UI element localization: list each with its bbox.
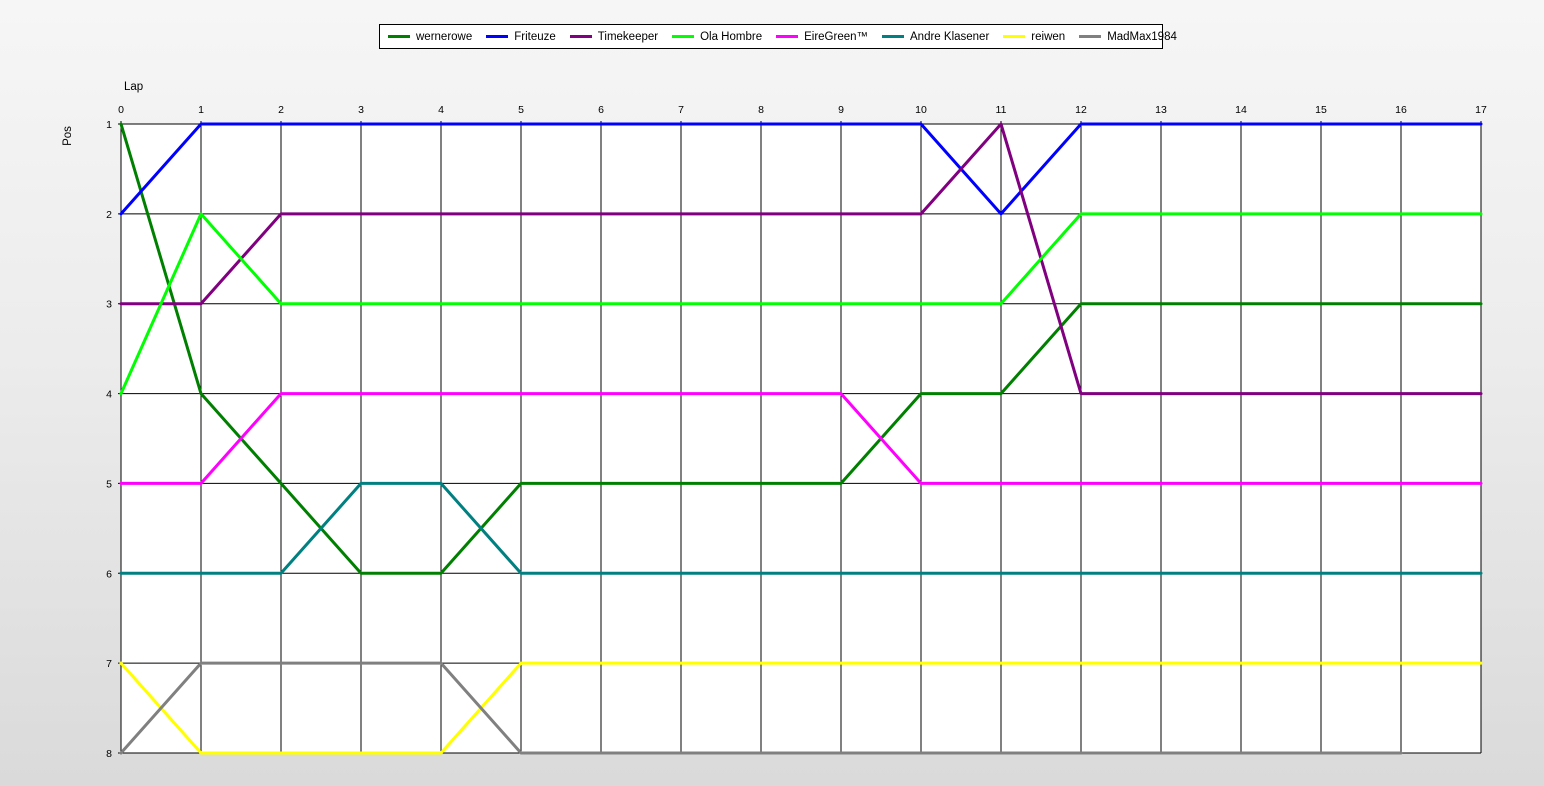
y-tick-label: 8 (106, 748, 112, 760)
x-tick-label: 10 (915, 104, 927, 116)
x-tick-label: 11 (996, 104, 1007, 116)
x-tick-label: 15 (1315, 104, 1327, 116)
x-tick-label: 4 (438, 104, 444, 116)
x-tick-label: 7 (678, 104, 684, 116)
y-tick-label: 3 (106, 299, 112, 311)
x-tick-label: 17 (1475, 104, 1487, 116)
x-tick-label: 8 (758, 104, 764, 116)
plot-area (121, 124, 1481, 753)
x-tick-label: 5 (518, 104, 524, 116)
y-tick-label: 2 (106, 209, 112, 221)
x-tick-label: 14 (1235, 104, 1247, 116)
y-tick-label: 1 (106, 119, 112, 131)
x-tick-label: 0 (118, 104, 124, 116)
y-tick-label: 5 (106, 478, 112, 490)
y-tick-label: 4 (106, 389, 112, 401)
x-tick-label: 2 (278, 104, 284, 116)
x-tick-label: 3 (358, 104, 364, 116)
y-tick-label: 6 (106, 568, 112, 580)
x-axis-ticks: 0 1 2 3 4 5 6 7 8 9 10 11 12 13 14 15 16 17 (118, 104, 1487, 116)
x-tick-label: 12 (1075, 104, 1087, 116)
y-axis-ticks: 1 2 3 4 5 6 7 8 (106, 119, 112, 760)
y-axis-title: Pos (62, 126, 74, 146)
x-tick-label: 9 (838, 104, 844, 116)
position-chart: 0 1 2 3 4 5 6 7 8 9 10 11 12 13 14 15 16 17 12345678 Lap … (62, 81, 1487, 760)
y-tick-label: 7 (106, 658, 112, 670)
x-tick-label: 1 (198, 104, 204, 116)
x-tick-label: 6 (598, 104, 604, 116)
x-tick-label: 16 (1395, 104, 1407, 116)
x-tick-label: 13 (1155, 104, 1167, 116)
x-axis-title: Lap (124, 81, 143, 93)
